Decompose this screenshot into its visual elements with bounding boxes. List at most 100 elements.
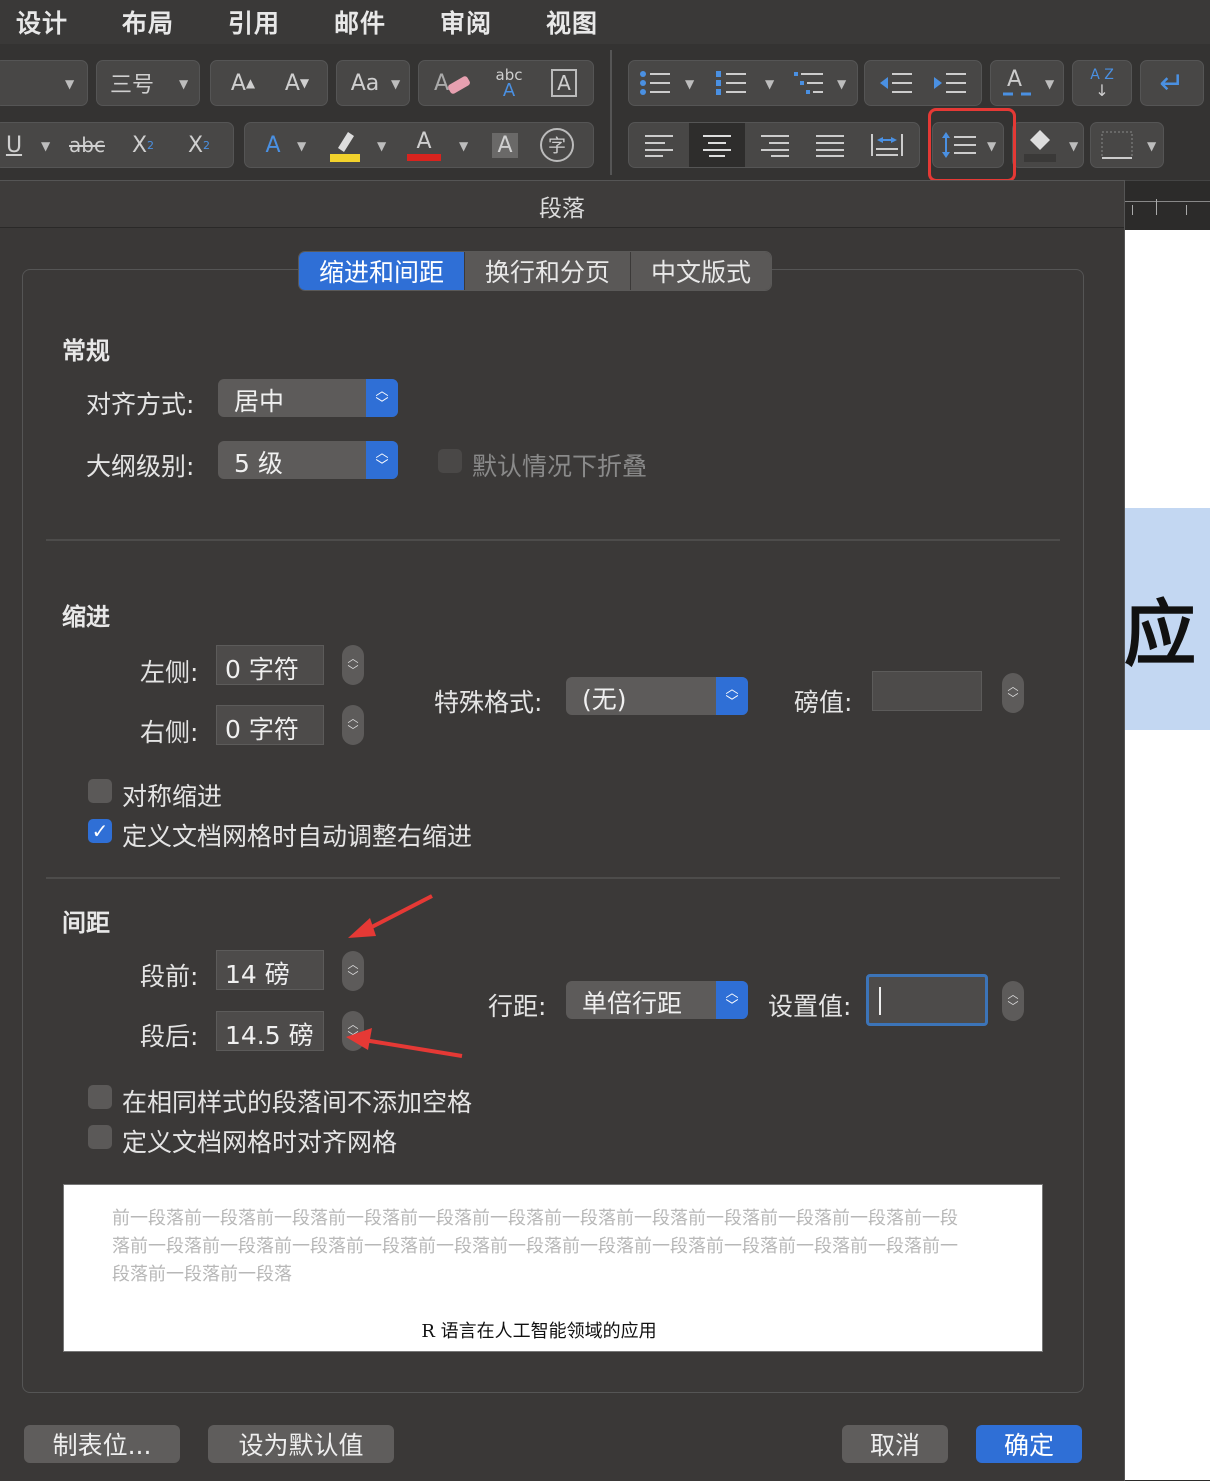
numbering-icon[interactable] xyxy=(711,65,753,101)
snap-to-grid-label: 定义文档网格时对齐网格 xyxy=(122,1128,398,1157)
cancel-button[interactable]: 取消 xyxy=(842,1425,948,1463)
phonetic-guide-button[interactable]: abc A xyxy=(481,63,537,103)
at-input[interactable] xyxy=(866,974,988,1026)
font-name-combo[interactable]: ▼ xyxy=(0,60,88,106)
sort-button[interactable]: A Z ↓ xyxy=(1072,60,1132,106)
strikethrough-button[interactable]: abc xyxy=(61,129,113,161)
updown-chevron-icon: ︿ ﹀ xyxy=(366,441,398,479)
space-before-input[interactable]: 14 磅 xyxy=(216,950,324,990)
asian-layout-button[interactable]: A ▼ xyxy=(990,60,1064,106)
space-after-stepper[interactable]: ︿ ﹀ xyxy=(342,1011,364,1051)
paint-bucket-icon xyxy=(1019,125,1061,165)
space-after-input[interactable]: 14.5 磅 xyxy=(216,1011,324,1051)
tab-design[interactable]: 设计 xyxy=(16,4,68,40)
tab-view[interactable]: 视图 xyxy=(546,4,598,40)
no-space-same-style-checkbox[interactable] xyxy=(88,1085,112,1109)
justify-icon[interactable] xyxy=(805,127,855,163)
text-effects-button[interactable]: A xyxy=(251,129,295,161)
alignment-group xyxy=(628,122,920,168)
font-grow-shrink-group: A ▲ A ▼ xyxy=(210,60,328,106)
spacing-heading: 间距 xyxy=(62,909,110,937)
line-spacing-select[interactable]: 单倍行距 ︿ ﹀ xyxy=(566,981,748,1019)
chevron-down-icon: ▼ xyxy=(65,77,75,91)
align-left-icon[interactable] xyxy=(635,127,685,163)
at-stepper[interactable]: ︿ ﹀ xyxy=(1002,981,1024,1021)
borders-button[interactable]: ▼ xyxy=(1090,122,1164,168)
chevron-down-icon: ▼ xyxy=(1069,139,1079,153)
highlight-icon[interactable] xyxy=(319,125,369,165)
show-formatting-marks-button[interactable]: ↵ xyxy=(1140,60,1204,106)
ok-button[interactable]: 确定 xyxy=(976,1425,1082,1463)
shrink-font-button[interactable]: A ▼ xyxy=(271,67,323,99)
enclose-char-button[interactable]: 字 xyxy=(537,127,577,163)
ribbon-divider xyxy=(610,50,612,175)
chevron-down-icon: ▼ xyxy=(391,77,401,91)
change-case-icon: Aa xyxy=(350,70,380,96)
shading-button[interactable]: ▼ xyxy=(1012,122,1084,168)
bullets-icon[interactable] xyxy=(635,65,677,101)
preview-previous-paragraph: 前一段落前一段落前一段落前一段落前一段落前一段落前一段落前一段落前一段落前一段落… xyxy=(112,1208,958,1285)
left-indent-input[interactable]: 0 字符 xyxy=(216,645,324,685)
space-before-label: 段前: xyxy=(140,962,199,991)
distributed-align-icon[interactable] xyxy=(861,127,913,163)
right-indent-input[interactable]: 0 字符 xyxy=(216,705,324,745)
left-indent-stepper[interactable]: ︿ ﹀ xyxy=(342,645,364,685)
dialog-tabs: 缩进和间距 换行和分页 中文版式 xyxy=(298,251,773,291)
change-case-button[interactable]: Aa ▼ xyxy=(336,60,410,106)
decrease-indent-icon[interactable] xyxy=(871,65,921,101)
special-indent-select[interactable]: (无) ︿ ﹀ xyxy=(566,677,748,715)
char-shading-button[interactable]: A xyxy=(485,129,525,161)
horizontal-ruler xyxy=(1124,180,1210,231)
svg-text:A: A xyxy=(434,71,449,96)
increase-indent-icon[interactable] xyxy=(925,65,975,101)
svg-text:A: A xyxy=(1007,67,1022,92)
alignment-value: 居中 xyxy=(234,387,285,416)
clear-formatting-icon[interactable]: A xyxy=(427,65,477,101)
auto-adjust-right-indent-checkbox[interactable]: ✓ xyxy=(88,819,112,843)
by-label: 磅值: xyxy=(794,688,853,717)
multilevel-list-icon[interactable] xyxy=(789,65,831,101)
chevron-down-icon: ▼ xyxy=(1147,139,1157,153)
set-as-default-button[interactable]: 设为默认值 xyxy=(208,1425,394,1463)
chevron-down-icon: ▼ xyxy=(1045,77,1055,91)
chevron-down-icon: ▼ xyxy=(41,139,51,153)
tab-references[interactable]: 引用 xyxy=(228,4,280,40)
right-indent-stepper[interactable]: ︿ ﹀ xyxy=(342,705,364,745)
special-indent-value: (无) xyxy=(582,685,627,714)
snap-to-grid-checkbox[interactable] xyxy=(88,1125,112,1149)
collapse-by-default-checkbox[interactable] xyxy=(438,449,462,473)
annotation-highlight-box xyxy=(928,108,1016,182)
char-border-icon[interactable]: A xyxy=(543,67,585,99)
preview-sample-text: R 语言在人工智能领域的应用 xyxy=(421,1321,657,1342)
font-size-combo[interactable]: 三号 ▼ xyxy=(96,60,200,106)
right-indent-label: 右侧: xyxy=(140,718,199,747)
by-stepper[interactable]: ︿ ﹀ xyxy=(1002,673,1024,713)
tab-indents-spacing[interactable]: 缩进和间距 xyxy=(299,252,465,290)
align-center-icon[interactable] xyxy=(689,123,745,167)
at-label: 设置值: xyxy=(768,992,852,1021)
document-heading-text: 应 xyxy=(1124,591,1197,676)
tab-mailings[interactable]: 邮件 xyxy=(334,4,386,40)
mirror-indents-checkbox[interactable] xyxy=(88,779,112,803)
superscript-button[interactable]: X2 xyxy=(175,129,223,161)
alignment-select[interactable]: 居中 ︿ ﹀ xyxy=(218,379,398,417)
space-before-stepper[interactable]: ︿ ﹀ xyxy=(342,951,364,991)
font-color-button[interactable]: A xyxy=(397,125,451,165)
align-right-icon[interactable] xyxy=(749,127,799,163)
tab-line-page-breaks[interactable]: 换行和分页 xyxy=(464,252,631,290)
underline-button[interactable]: U xyxy=(0,129,29,161)
tab-asian-typography[interactable]: 中文版式 xyxy=(630,252,772,290)
tab-review[interactable]: 审阅 xyxy=(440,4,492,40)
grow-font-button[interactable]: A ▲ xyxy=(217,67,269,99)
document-page[interactable] xyxy=(1124,230,1210,1480)
updown-chevron-icon: ︿ ﹀ xyxy=(716,677,748,715)
chevron-down-icon: ▼ xyxy=(765,77,775,91)
subscript-button[interactable]: X2 xyxy=(121,129,165,161)
font-color-group: A ▼ ▼ A ▼ A 字 xyxy=(244,122,594,168)
by-input[interactable] xyxy=(872,671,982,711)
outline-level-select[interactable]: 5 级 ︿ ﹀ xyxy=(218,441,398,479)
special-indent-label: 特殊格式: xyxy=(434,688,543,717)
dialog-title: 段落 xyxy=(539,196,585,222)
tab-layout[interactable]: 布局 xyxy=(122,4,174,40)
tabs-button[interactable]: 制表位... xyxy=(24,1425,180,1463)
